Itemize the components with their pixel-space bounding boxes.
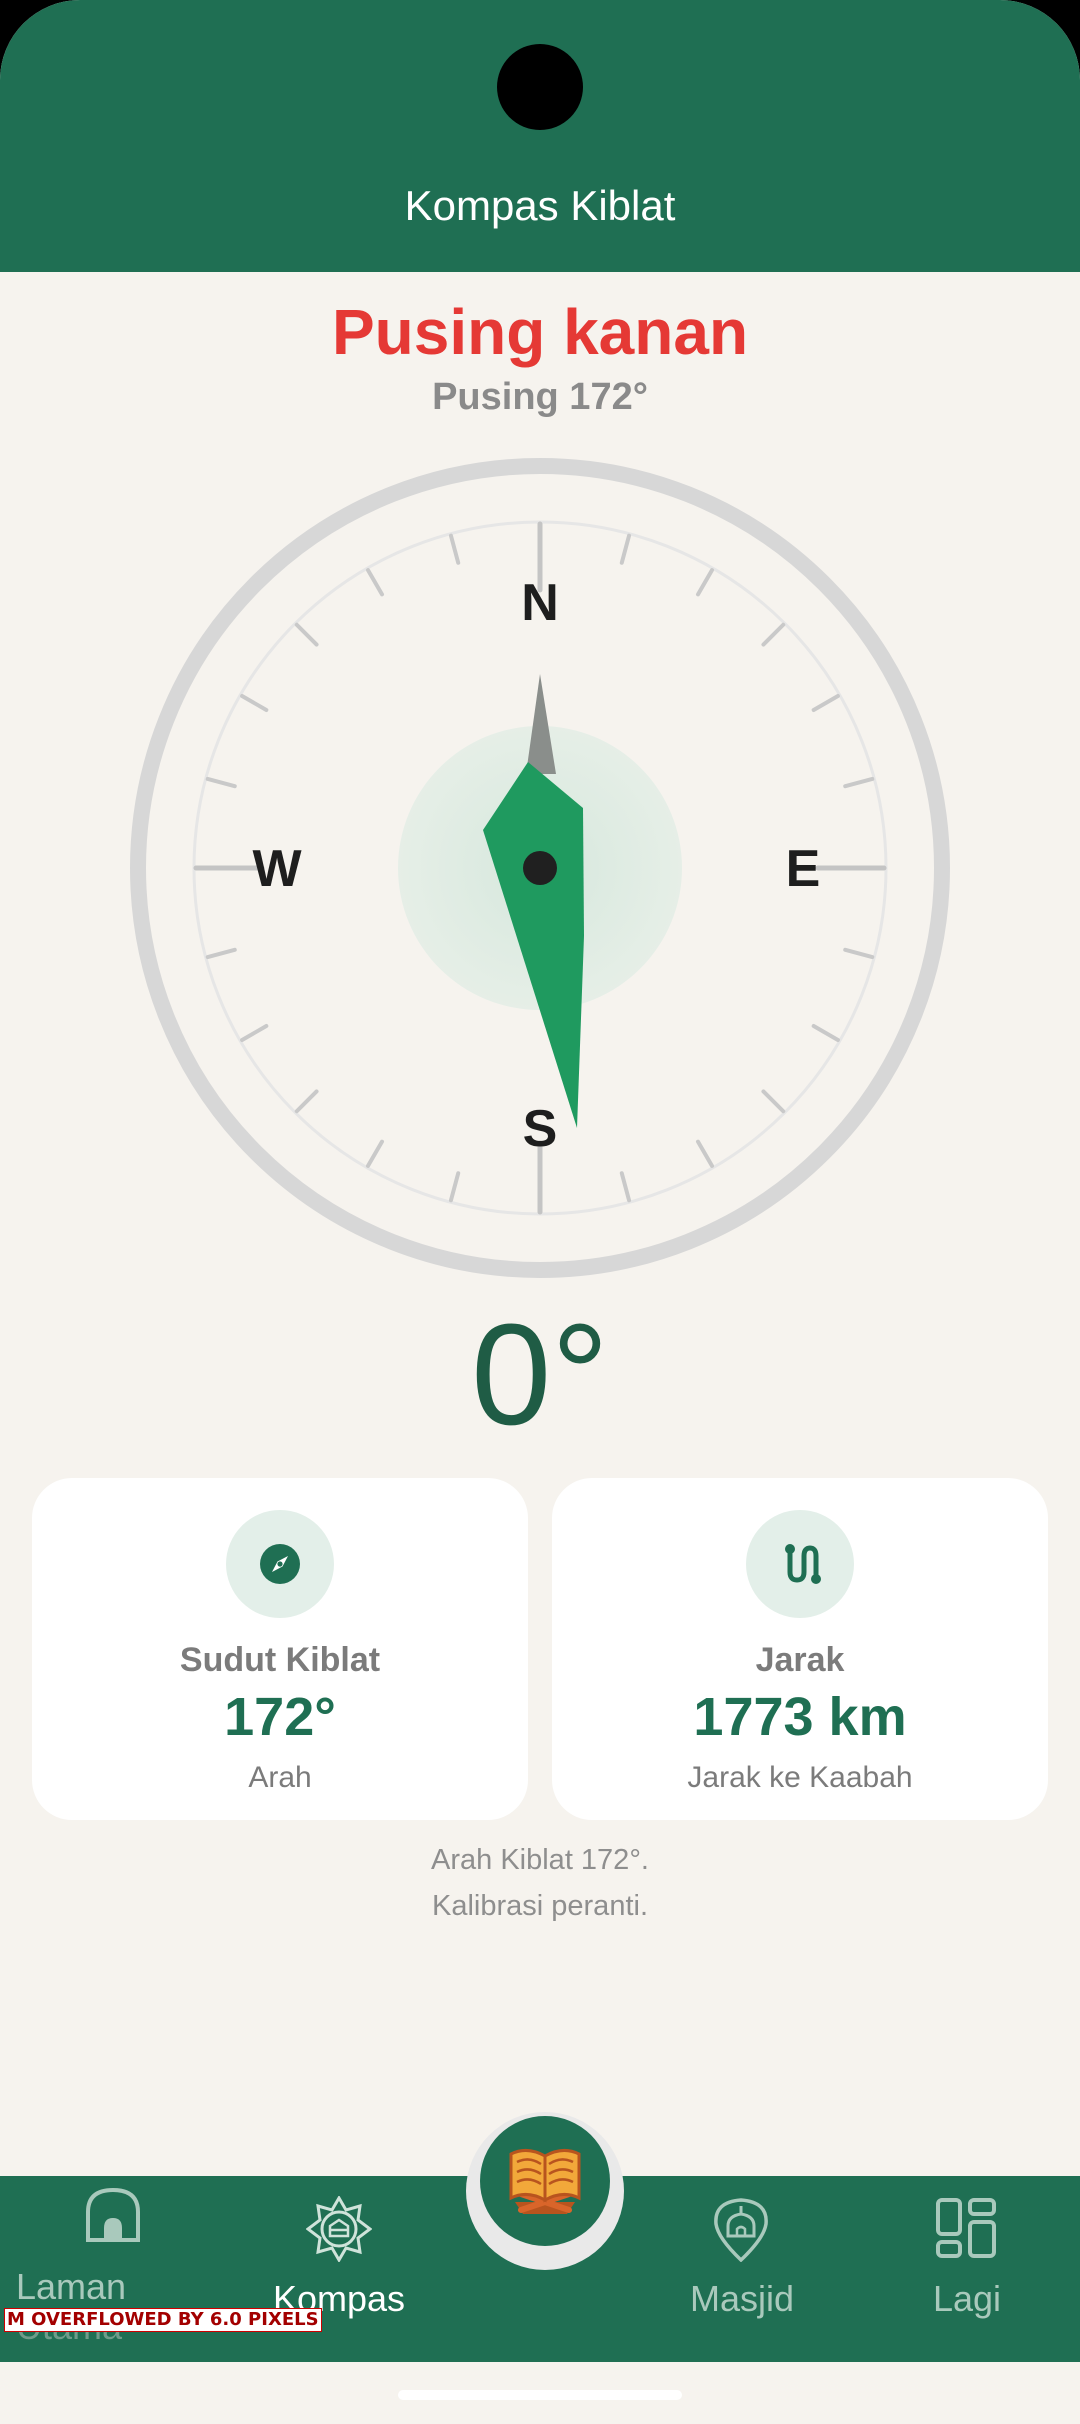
gesture-bar[interactable] bbox=[398, 2390, 682, 2400]
minor-tick bbox=[761, 1089, 786, 1114]
card-label: Jarak bbox=[755, 1641, 845, 1679]
card-caption: Jarak ke Kaabah bbox=[687, 1761, 913, 1794]
minor-tick bbox=[843, 776, 875, 789]
minor-tick bbox=[366, 568, 384, 597]
minor-tick bbox=[696, 1139, 714, 1168]
needle-pivot bbox=[523, 851, 557, 885]
card-label: Sudut Kiblat bbox=[179, 1641, 381, 1679]
card-caption: Arah bbox=[248, 1761, 312, 1794]
minor-tick bbox=[843, 947, 875, 960]
qibla-info-text: Arah Kiblat 172°. bbox=[431, 1844, 649, 1876]
compass-icon bbox=[226, 1510, 334, 1618]
cardinal-west: W bbox=[252, 840, 302, 898]
minor-tick bbox=[205, 776, 237, 789]
quran-icon bbox=[509, 2149, 581, 2214]
minor-tick bbox=[811, 1024, 840, 1042]
minor-tick bbox=[240, 694, 269, 712]
minor-tick bbox=[619, 533, 632, 565]
grid-icon[interactable] bbox=[934, 2196, 998, 2265]
nav-label-lagi[interactable]: Lagi bbox=[900, 2278, 1034, 2320]
minor-tick bbox=[448, 533, 461, 565]
minor-tick bbox=[811, 694, 840, 712]
quran-button[interactable] bbox=[480, 2116, 610, 2246]
calibration-hint: Kalibrasi peranti. bbox=[432, 1890, 648, 1922]
north-pointer bbox=[526, 674, 556, 774]
screen: Kompas Kiblat Pusing kanan Pusing 172° N… bbox=[0, 0, 1080, 2424]
kompas-icon[interactable] bbox=[305, 2195, 373, 2267]
card-value: 172° bbox=[224, 1687, 336, 1747]
cardinal-east: E bbox=[786, 840, 821, 898]
route-icon bbox=[746, 1510, 854, 1618]
minor-tick bbox=[294, 622, 319, 647]
turn-degrees: Pusing 172° bbox=[432, 376, 648, 418]
distance-card: Jarak 1773 km Jarak ke Kaabah bbox=[552, 1478, 1048, 1820]
minor-tick bbox=[761, 622, 786, 647]
camera-cutout bbox=[497, 44, 583, 130]
heading-readout: 0° bbox=[471, 1294, 609, 1455]
page-title: Kompas Kiblat bbox=[404, 182, 676, 229]
minor-tick bbox=[294, 1089, 319, 1114]
nav-label-masjid[interactable]: Masjid bbox=[668, 2278, 816, 2320]
turn-instruction: Pusing kanan bbox=[331, 296, 749, 368]
cardinal-south: S bbox=[523, 1100, 558, 1158]
minor-tick bbox=[240, 1024, 269, 1042]
qibla-angle-card: Sudut Kiblat 172° Arah bbox=[32, 1478, 528, 1820]
home-icon[interactable] bbox=[82, 2184, 144, 2251]
minor-tick bbox=[366, 1139, 384, 1168]
mosque-pin-icon[interactable] bbox=[708, 2196, 774, 2267]
card-value: 1773 km bbox=[693, 1687, 907, 1747]
nav-label-home[interactable]: Laman bbox=[16, 2266, 126, 2308]
minor-tick bbox=[448, 1171, 461, 1203]
minor-tick bbox=[619, 1171, 632, 1203]
app-bar: Kompas Kiblat bbox=[0, 0, 1080, 272]
cardinal-north: N bbox=[521, 574, 559, 632]
compass-dial: N S W E bbox=[128, 456, 952, 1280]
overflow-warning: M OVERFLOWED BY 6.0 PIXELS bbox=[4, 2308, 322, 2332]
minor-tick bbox=[205, 947, 237, 960]
minor-tick bbox=[696, 568, 714, 597]
